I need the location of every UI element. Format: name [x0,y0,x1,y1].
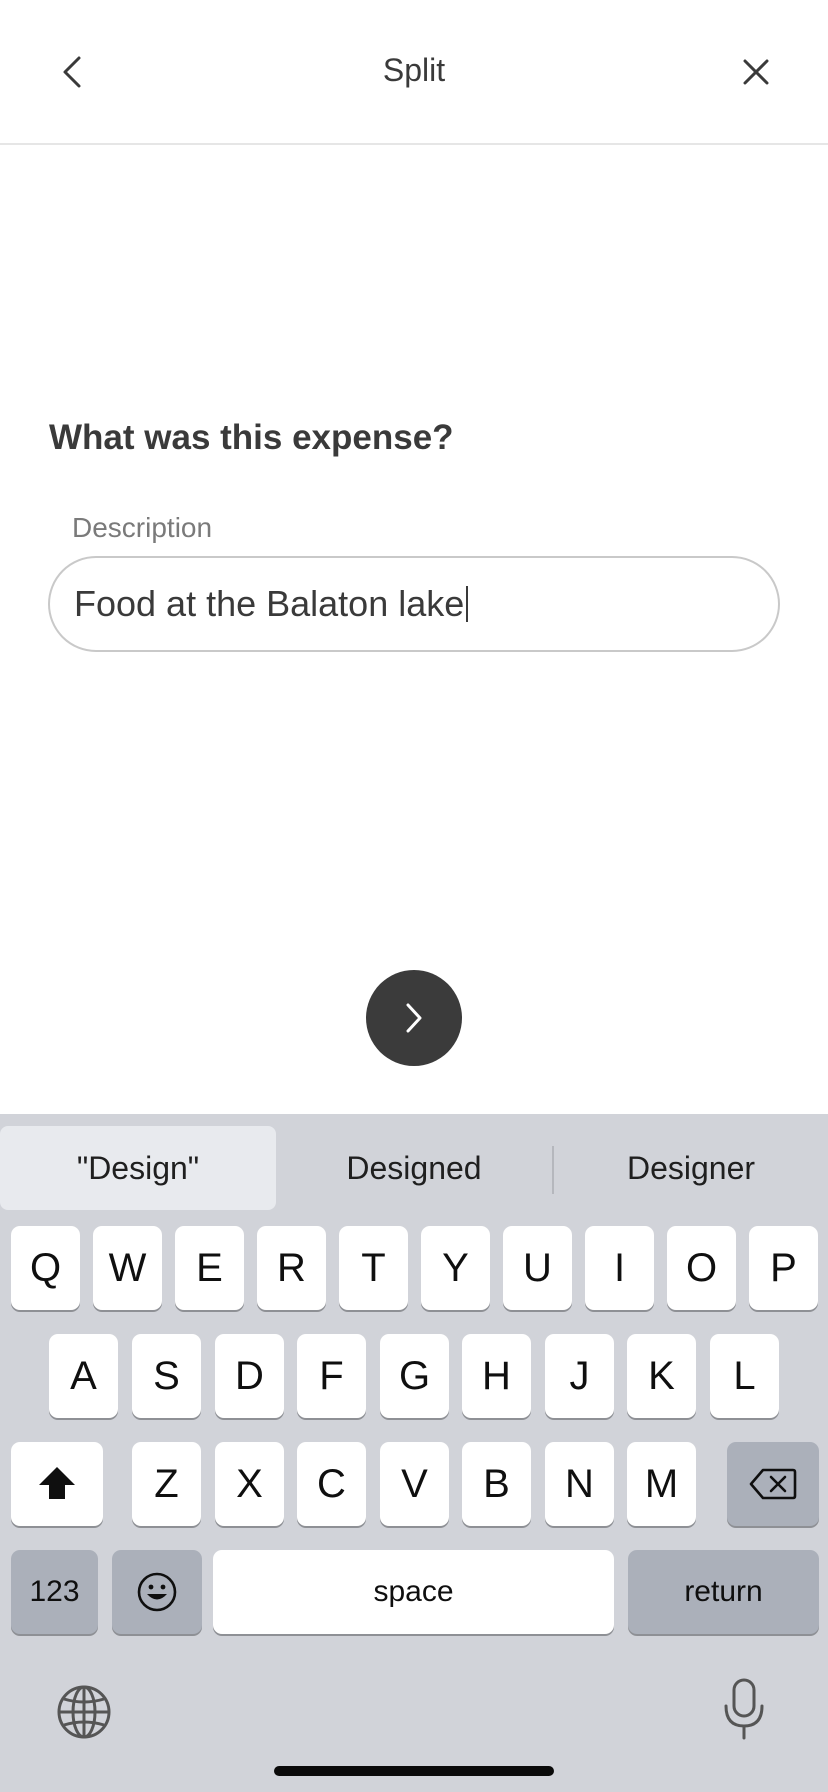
key-c[interactable]: C [297,1442,366,1526]
key-a[interactable]: A [49,1334,118,1418]
backspace-icon [749,1468,797,1500]
key-y[interactable]: Y [421,1226,490,1310]
microphone-button[interactable] [716,1676,772,1744]
key-i[interactable]: I [585,1226,654,1310]
globe-icon [57,1685,111,1739]
question-heading: What was this expense? [49,418,454,457]
emoji-icon [137,1572,177,1612]
suggestion-1[interactable]: "Design" [0,1126,276,1210]
description-label: Description [72,512,213,543]
close-button[interactable] [736,50,776,94]
return-key[interactable]: return [628,1550,819,1634]
emoji-key[interactable] [112,1550,202,1634]
key-l[interactable]: L [710,1334,779,1418]
key-q[interactable]: Q [11,1226,80,1310]
text-caret [466,586,469,622]
key-n[interactable]: N [545,1442,614,1526]
header: Split [0,0,828,145]
space-key[interactable]: space [213,1550,614,1634]
key-r[interactable]: R [257,1226,326,1310]
key-d[interactable]: D [215,1334,284,1418]
key-k[interactable]: K [627,1334,696,1418]
key-p[interactable]: P [749,1226,818,1310]
home-indicator[interactable] [274,1766,554,1776]
suggestion-2[interactable]: Designed [276,1126,552,1210]
shift-icon [39,1467,75,1499]
key-x[interactable]: X [215,1442,284,1526]
key-h[interactable]: H [462,1334,531,1418]
chevron-right-icon [406,1003,422,1033]
key-v[interactable]: V [380,1442,449,1526]
description-input[interactable]: Food at the Balaton lake [48,556,780,652]
key-g[interactable]: G [380,1334,449,1418]
close-icon [743,59,769,85]
shift-key[interactable] [11,1442,103,1526]
key-o[interactable]: O [667,1226,736,1310]
key-e[interactable]: E [175,1226,244,1310]
key-s[interactable]: S [132,1334,201,1418]
page-title: Split [382,52,446,88]
suggestion-bar: "Design" Designed Designer [0,1126,828,1210]
description-value: Food at the Balaton lake [74,583,465,624]
globe-button[interactable] [56,1684,112,1740]
numbers-key[interactable]: 123 [11,1550,98,1634]
key-z[interactable]: Z [132,1442,201,1526]
microphone-icon [724,1678,764,1740]
key-u[interactable]: U [503,1226,572,1310]
delete-key[interactable] [727,1442,819,1526]
suggestion-3[interactable]: Designer [554,1126,828,1210]
key-t[interactable]: T [339,1226,408,1310]
key-f[interactable]: F [297,1334,366,1418]
key-j[interactable]: J [545,1334,614,1418]
key-w[interactable]: W [93,1226,162,1310]
keyboard: "Design" Designed Designer Q W E R T Y U… [0,1114,828,1792]
key-m[interactable]: M [627,1442,696,1526]
key-b[interactable]: B [462,1442,531,1526]
next-button[interactable] [366,970,462,1066]
